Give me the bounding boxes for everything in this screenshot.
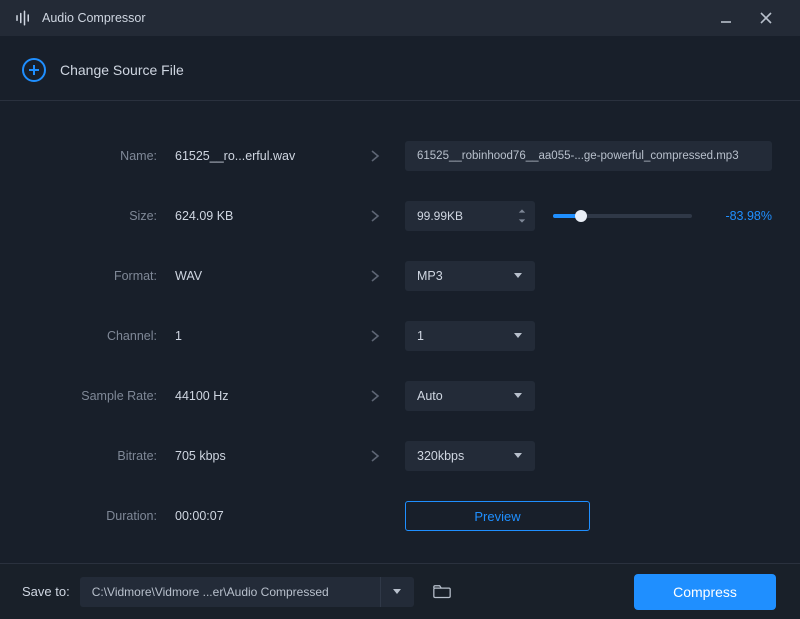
format-select[interactable]: MP3 [405, 261, 535, 291]
label-duration: Duration: [20, 509, 175, 523]
chevron-down-icon [513, 449, 523, 463]
label-name: Name: [20, 149, 175, 163]
label-channel: Channel: [20, 329, 175, 343]
sample-rate-value: Auto [417, 389, 443, 403]
form-area: Name: 61525__ro...erful.wav 61525__robin… [0, 101, 800, 584]
saveto-label: Save to: [22, 584, 70, 599]
arrow-icon [345, 330, 405, 342]
row-sample-rate: Sample Rate: 44100 Hz Auto [20, 381, 772, 411]
arrow-icon [345, 210, 405, 222]
close-button[interactable] [746, 0, 786, 36]
bitrate-select[interactable]: 320kbps [405, 441, 535, 471]
chevron-down-icon [513, 389, 523, 403]
window-controls [706, 0, 786, 36]
target-size-value: 99.99KB [417, 209, 463, 223]
size-step-down[interactable] [515, 217, 529, 225]
channel-select[interactable]: 1 [405, 321, 535, 351]
channel-value: 1 [417, 329, 424, 343]
chevron-down-icon [513, 269, 523, 283]
source-sample-rate: 44100 Hz [175, 389, 345, 403]
source-name: 61525__ro...erful.wav [175, 149, 345, 163]
change-source-row[interactable]: Change Source File [0, 36, 800, 101]
source-duration: 00:00:07 [175, 509, 345, 523]
size-step-up[interactable] [515, 207, 529, 215]
bitrate-value: 320kbps [417, 449, 464, 463]
compress-button[interactable]: Compress [634, 574, 776, 610]
change-source-label: Change Source File [60, 62, 184, 78]
chevron-down-icon [513, 329, 523, 343]
minimize-button[interactable] [706, 0, 746, 36]
row-format: Format: WAV MP3 [20, 261, 772, 291]
app-icon [14, 9, 32, 27]
row-bitrate: Bitrate: 705 kbps 320kbps [20, 441, 772, 471]
window-title: Audio Compressor [42, 11, 146, 25]
source-size: 624.09 KB [175, 209, 345, 223]
arrow-icon [345, 150, 405, 162]
format-value: MP3 [417, 269, 443, 283]
source-bitrate: 705 kbps [175, 449, 345, 463]
open-folder-button[interactable] [424, 577, 460, 607]
arrow-icon [345, 270, 405, 282]
footer: Save to: C:\Vidmore\Vidmore ...er\Audio … [0, 563, 800, 619]
titlebar: Audio Compressor [0, 0, 800, 36]
arrow-icon [345, 390, 405, 402]
row-channel: Channel: 1 1 [20, 321, 772, 351]
size-slider[interactable] [553, 214, 692, 218]
arrow-icon [345, 450, 405, 462]
save-path-field[interactable]: C:\Vidmore\Vidmore ...er\Audio Compresse… [80, 577, 380, 607]
label-sample-rate: Sample Rate: [20, 389, 175, 403]
sample-rate-select[interactable]: Auto [405, 381, 535, 411]
source-channel: 1 [175, 329, 345, 343]
reduction-percent: -83.98% [710, 209, 772, 223]
row-duration: Duration: 00:00:07 Preview [20, 501, 772, 531]
row-size: Size: 624.09 KB 99.99KB -83.98% [20, 201, 772, 231]
row-name: Name: 61525__ro...erful.wav 61525__robin… [20, 141, 772, 171]
label-size: Size: [20, 209, 175, 223]
source-format: WAV [175, 269, 345, 283]
output-name-field[interactable]: 61525__robinhood76__aa055-...ge-powerful… [405, 141, 772, 171]
save-path-dropdown[interactable] [380, 577, 414, 607]
label-bitrate: Bitrate: [20, 449, 175, 463]
label-format: Format: [20, 269, 175, 283]
add-source-icon [22, 58, 46, 82]
size-stepper[interactable]: 99.99KB [405, 201, 535, 231]
preview-button[interactable]: Preview [405, 501, 590, 531]
slider-thumb[interactable] [575, 210, 587, 222]
